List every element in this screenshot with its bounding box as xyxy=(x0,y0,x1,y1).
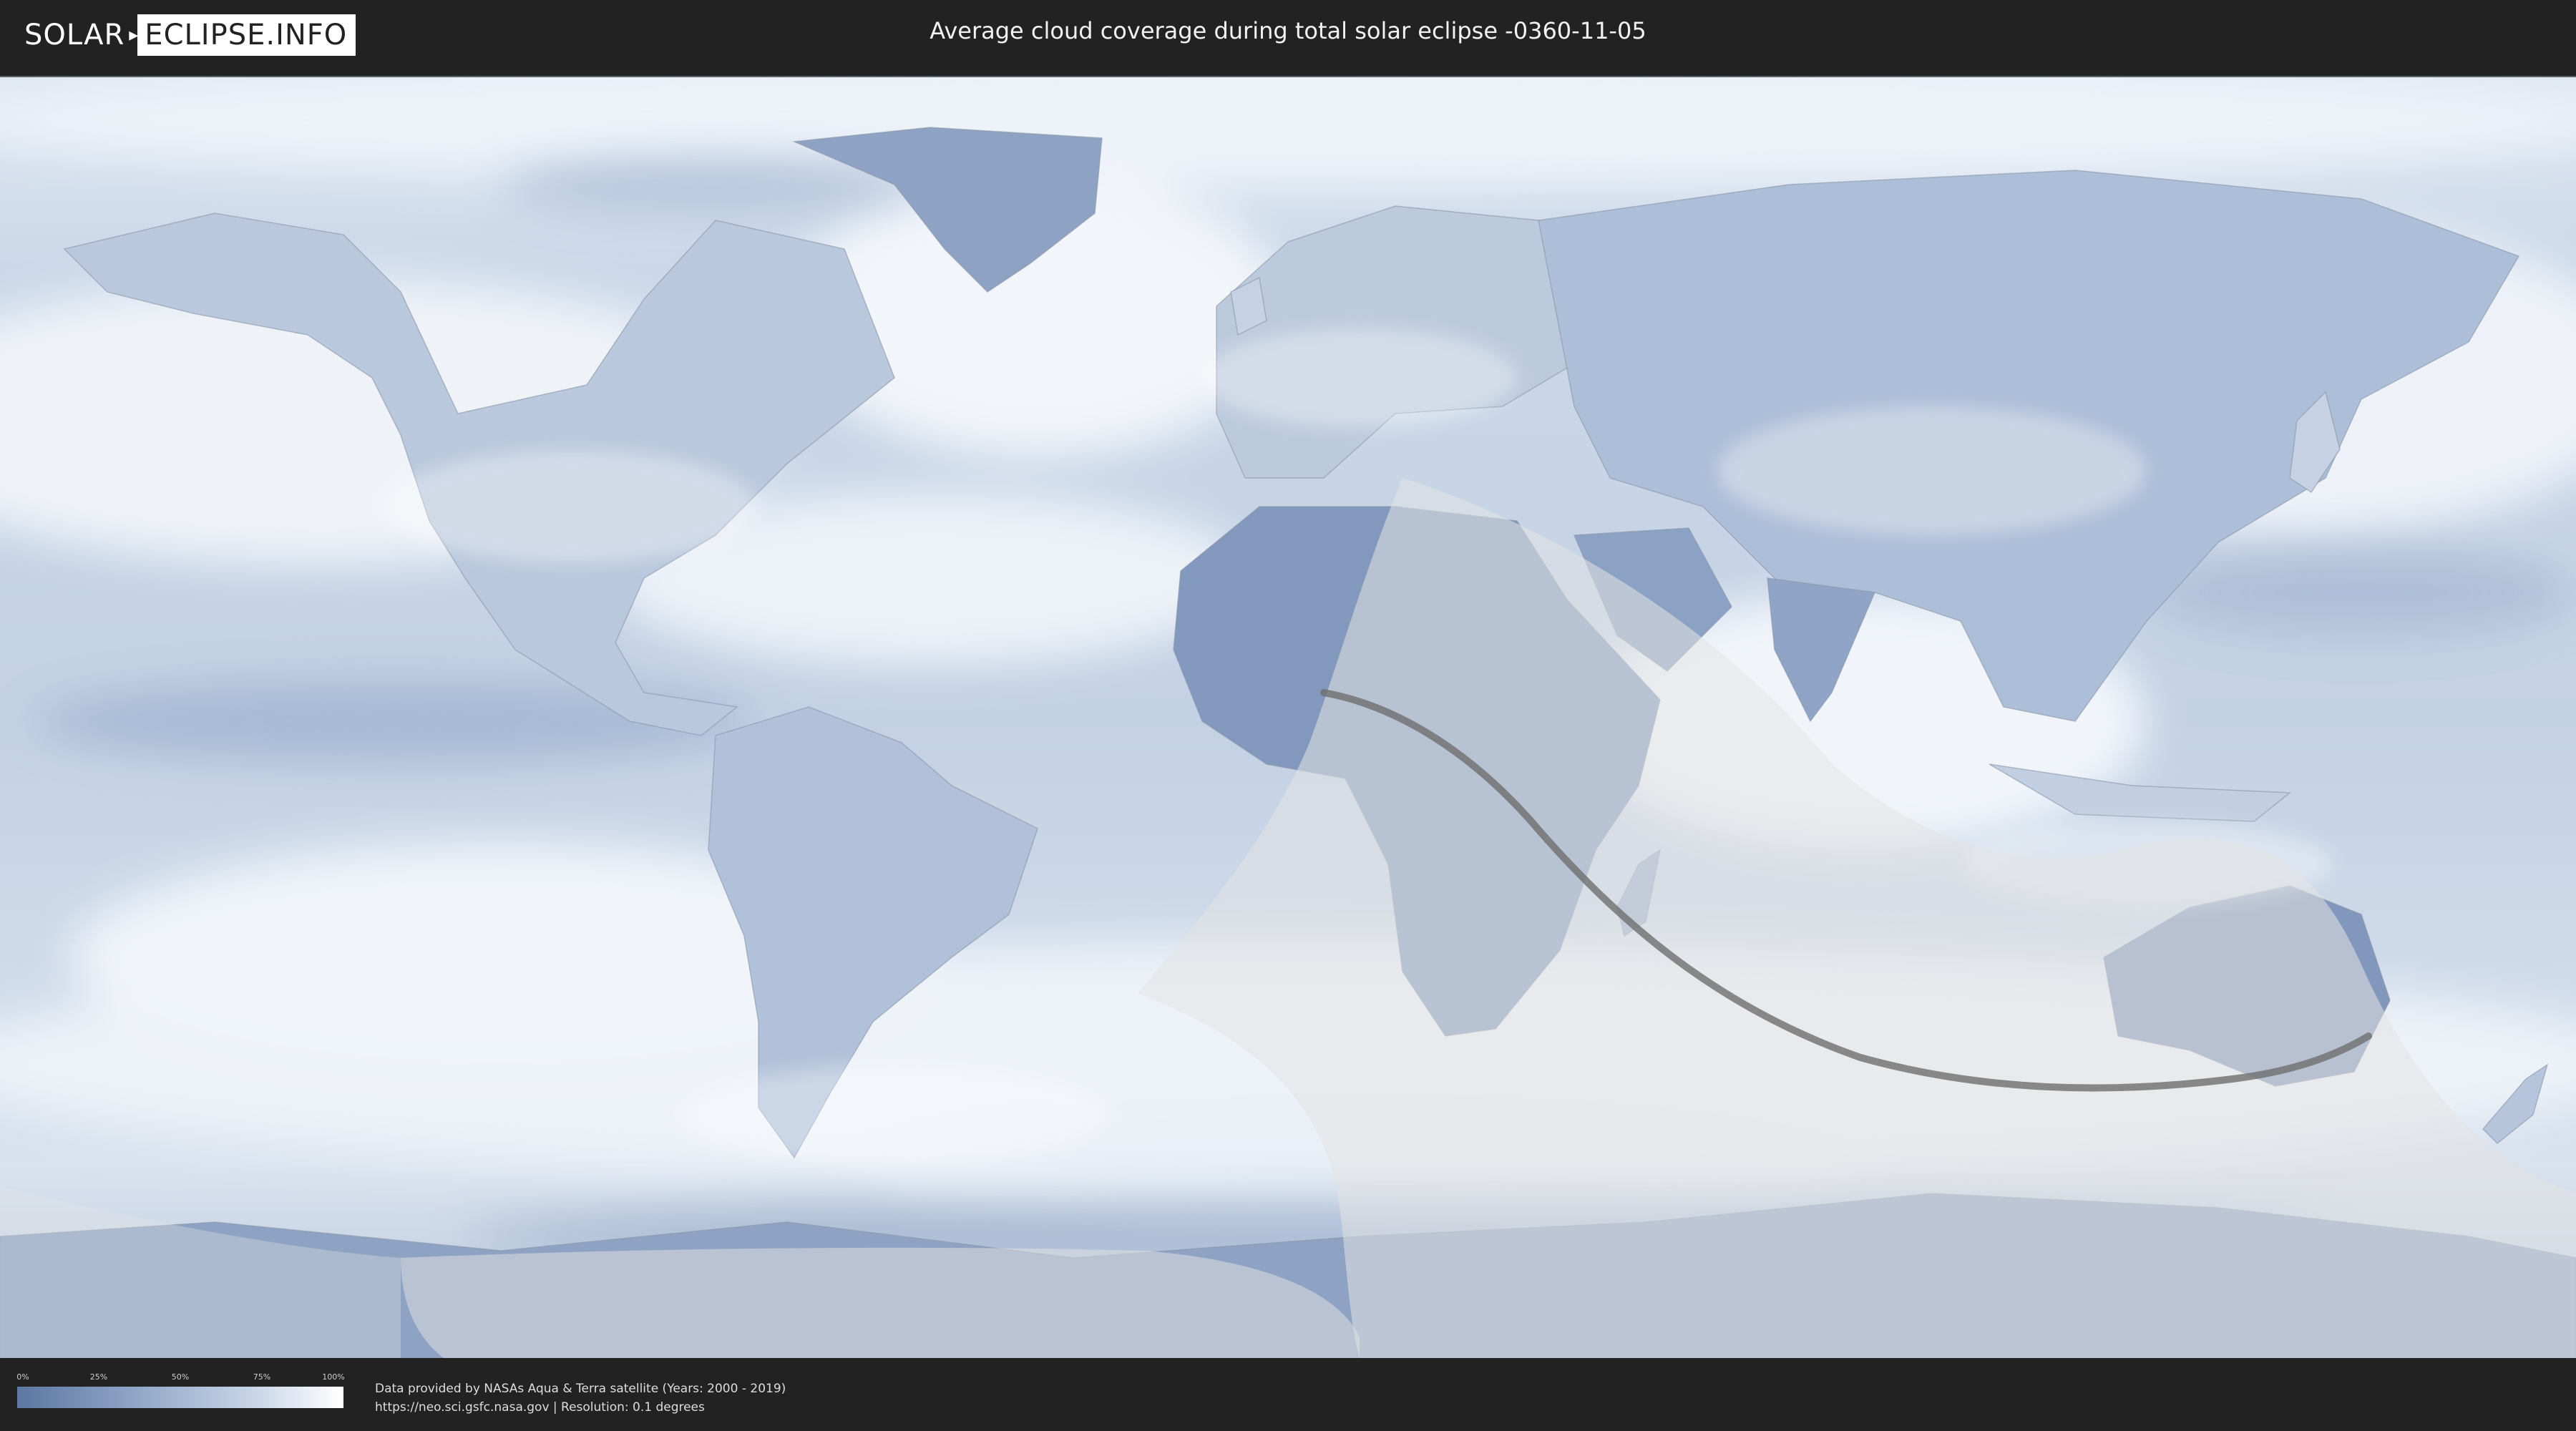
cloud-coverage-map[interactable] xyxy=(0,76,2576,1359)
legend-ticks: 0% 25% 50% 75% 100% xyxy=(16,1372,345,1385)
legend-tick-75: 75% xyxy=(253,1372,271,1382)
legend-color-bar xyxy=(17,1387,343,1408)
cloud-coverage-legend: 0% 25% 50% 75% 100% xyxy=(16,1372,345,1408)
legend-tick-0: 0% xyxy=(16,1372,29,1382)
credit-line-source: Data provided by NASAs Aqua & Terra sate… xyxy=(375,1382,786,1396)
map-canvas xyxy=(0,77,2576,1358)
legend-tick-50: 50% xyxy=(171,1372,190,1382)
data-credit: Data provided by NASAs Aqua & Terra sate… xyxy=(375,1379,786,1417)
page-title: Average cloud coverage during total sola… xyxy=(930,17,1646,44)
eclipse-visibility-region-lower xyxy=(401,1247,1360,1358)
header-bar: SOLAR ▸ ECLIPSE.INFO Average cloud cover… xyxy=(0,0,2576,72)
footer-bar: 0% 25% 50% 75% 100% Data provided by NAS… xyxy=(0,1358,2576,1431)
legend-tick-100: 100% xyxy=(322,1372,345,1382)
credit-line-url: https://neo.sci.gsfc.nasa.gov | Resoluti… xyxy=(375,1400,705,1415)
legend-tick-25: 25% xyxy=(89,1372,108,1382)
